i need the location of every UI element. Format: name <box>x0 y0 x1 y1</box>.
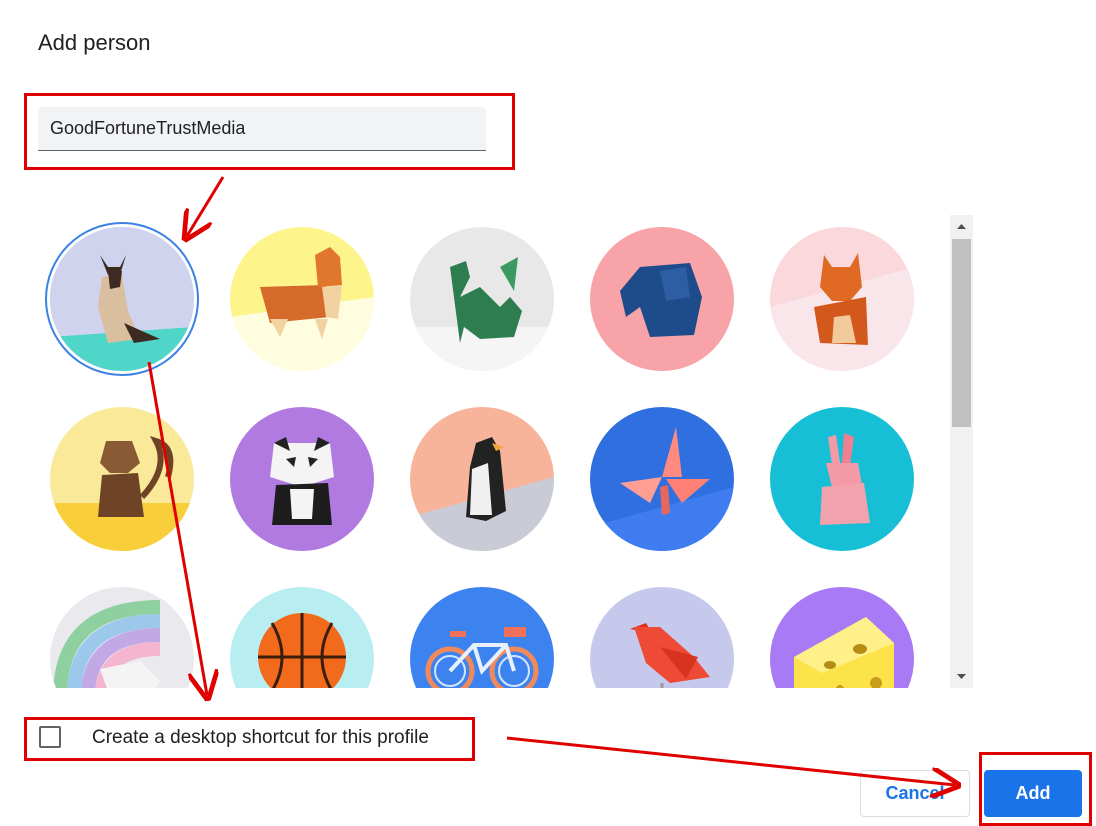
avatar-monkey[interactable] <box>50 407 194 551</box>
avatar-rabbit[interactable] <box>770 407 914 551</box>
avatar-fox[interactable] <box>770 227 914 371</box>
avatar-bird[interactable] <box>590 587 734 688</box>
avatar-penguin[interactable] <box>410 407 554 551</box>
dialog-title: Add person <box>38 30 151 55</box>
cancel-button[interactable]: Cancel <box>860 770 970 817</box>
avatar-panda[interactable] <box>230 407 374 551</box>
monkey-avatar-icon <box>50 407 194 551</box>
avatar-bicycle[interactable] <box>410 587 554 688</box>
avatar-grid-scrollbar[interactable] <box>950 215 973 688</box>
corgi-avatar-icon <box>230 227 374 371</box>
add-button[interactable]: Add <box>984 770 1082 817</box>
desktop-shortcut-label: Create a desktop shortcut for this profi… <box>92 727 429 748</box>
desktop-shortcut-checkbox[interactable] <box>39 726 61 748</box>
avatar-elephant[interactable] <box>590 227 734 371</box>
basketball-avatar-icon <box>230 587 374 688</box>
penguin-avatar-icon <box>410 407 554 551</box>
avatar-basketball[interactable] <box>230 587 374 688</box>
avatar-unicorn[interactable] <box>50 587 194 688</box>
elephant-avatar-icon <box>590 227 734 371</box>
panda-avatar-icon <box>230 407 374 551</box>
scroll-up-icon[interactable] <box>950 215 973 237</box>
bicycle-avatar-icon <box>410 587 554 688</box>
scroll-thumb[interactable] <box>952 239 971 427</box>
rabbit-avatar-icon <box>770 407 914 551</box>
unicorn-avatar-icon <box>50 587 194 688</box>
avatar-cat[interactable] <box>50 227 194 371</box>
dragon-avatar-icon <box>410 227 554 371</box>
avatar-cheese[interactable] <box>770 587 914 688</box>
avatar-grid <box>40 215 948 688</box>
scroll-down-icon[interactable] <box>950 666 973 688</box>
avatar-dragon[interactable] <box>410 227 554 371</box>
fox-avatar-icon <box>770 227 914 371</box>
avatar-corgi[interactable] <box>230 227 374 371</box>
cheese-avatar-icon <box>770 587 914 688</box>
butterfly-avatar-icon <box>590 407 734 551</box>
bird-avatar-icon <box>590 587 734 688</box>
avatar-butterfly[interactable] <box>590 407 734 551</box>
cat-avatar-icon <box>50 227 194 371</box>
profile-name-input[interactable] <box>38 107 486 151</box>
